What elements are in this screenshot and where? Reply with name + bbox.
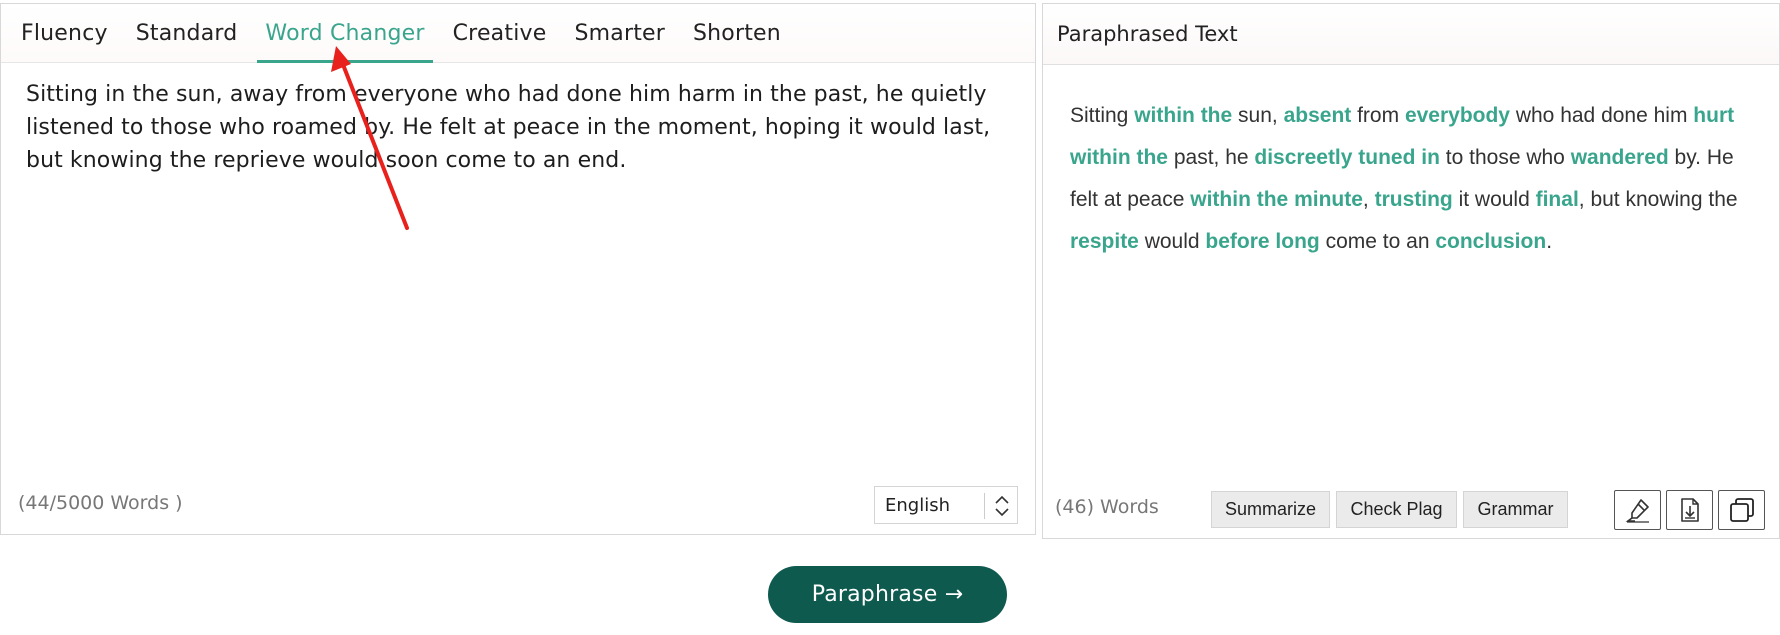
paraphrase-button[interactable]: Paraphrase → bbox=[768, 566, 1007, 623]
tab-word-changer[interactable]: Word Changer bbox=[251, 4, 438, 63]
unchanged-text: come to an bbox=[1319, 230, 1436, 253]
highlighter-button[interactable] bbox=[1614, 490, 1661, 530]
download-icon bbox=[1680, 498, 1699, 522]
changed-word[interactable]: within the minute bbox=[1190, 188, 1363, 211]
input-word-count: (44/5000 Words ) bbox=[18, 492, 183, 514]
mode-tabs: Fluency Standard Word Changer Creative S… bbox=[1, 4, 1035, 63]
paraphrased-text: Sitting within the sun, absent from ever… bbox=[1070, 95, 1760, 263]
unchanged-text: sun, bbox=[1232, 104, 1284, 127]
check-plag-button[interactable]: Check Plag bbox=[1336, 491, 1457, 528]
changed-word[interactable]: before long bbox=[1205, 230, 1319, 253]
unchanged-text: to those who bbox=[1439, 146, 1571, 169]
unchanged-text: who had done him bbox=[1510, 104, 1694, 127]
unchanged-text: would bbox=[1138, 230, 1206, 253]
tab-creative[interactable]: Creative bbox=[439, 4, 561, 62]
output-header: Paraphrased Text bbox=[1043, 4, 1779, 65]
unchanged-text: it would bbox=[1452, 188, 1536, 211]
unchanged-text: , but knowing the bbox=[1578, 188, 1738, 211]
output-title: Paraphrased Text bbox=[1057, 22, 1238, 46]
changed-word[interactable]: within the bbox=[1134, 104, 1232, 127]
output-panel: Paraphrased Text Sitting within the sun,… bbox=[1042, 3, 1780, 539]
tab-smarter[interactable]: Smarter bbox=[560, 4, 679, 62]
output-word-count: (46) Words bbox=[1055, 496, 1159, 518]
unchanged-text: , bbox=[1362, 188, 1375, 211]
download-button[interactable] bbox=[1666, 490, 1713, 530]
input-panel: Fluency Standard Word Changer Creative S… bbox=[0, 3, 1036, 535]
tab-fluency[interactable]: Fluency bbox=[7, 4, 122, 62]
changed-word[interactable]: absent bbox=[1284, 104, 1352, 127]
language-select-value: English bbox=[885, 494, 950, 516]
summarize-button[interactable]: Summarize bbox=[1211, 491, 1330, 528]
changed-word[interactable]: discreetly tuned in bbox=[1254, 146, 1440, 169]
changed-word[interactable]: everybody bbox=[1405, 104, 1510, 127]
changed-word[interactable]: conclusion bbox=[1435, 230, 1546, 253]
tab-shorten[interactable]: Shorten bbox=[679, 4, 795, 62]
copy-button[interactable] bbox=[1718, 490, 1765, 530]
unchanged-text: past, he bbox=[1168, 146, 1255, 169]
changed-word[interactable]: trusting bbox=[1375, 188, 1453, 211]
unchanged-text: from bbox=[1351, 104, 1405, 127]
language-select[interactable]: English bbox=[874, 486, 1018, 524]
changed-word[interactable]: wandered bbox=[1571, 146, 1669, 169]
unchanged-text: Sitting bbox=[1070, 104, 1135, 127]
chevron-up-down-icon bbox=[995, 495, 1009, 517]
unchanged-text: . bbox=[1546, 230, 1553, 253]
copy-icon bbox=[1729, 498, 1754, 522]
tab-standard[interactable]: Standard bbox=[122, 4, 252, 62]
highlighter-icon bbox=[1625, 499, 1649, 523]
select-divider bbox=[984, 493, 985, 519]
changed-word[interactable]: respite bbox=[1070, 230, 1139, 253]
grammar-button[interactable]: Grammar bbox=[1463, 491, 1568, 528]
input-textarea[interactable]: Sitting in the sun, away from everyone w… bbox=[26, 78, 1011, 177]
changed-word[interactable]: final bbox=[1536, 188, 1579, 211]
